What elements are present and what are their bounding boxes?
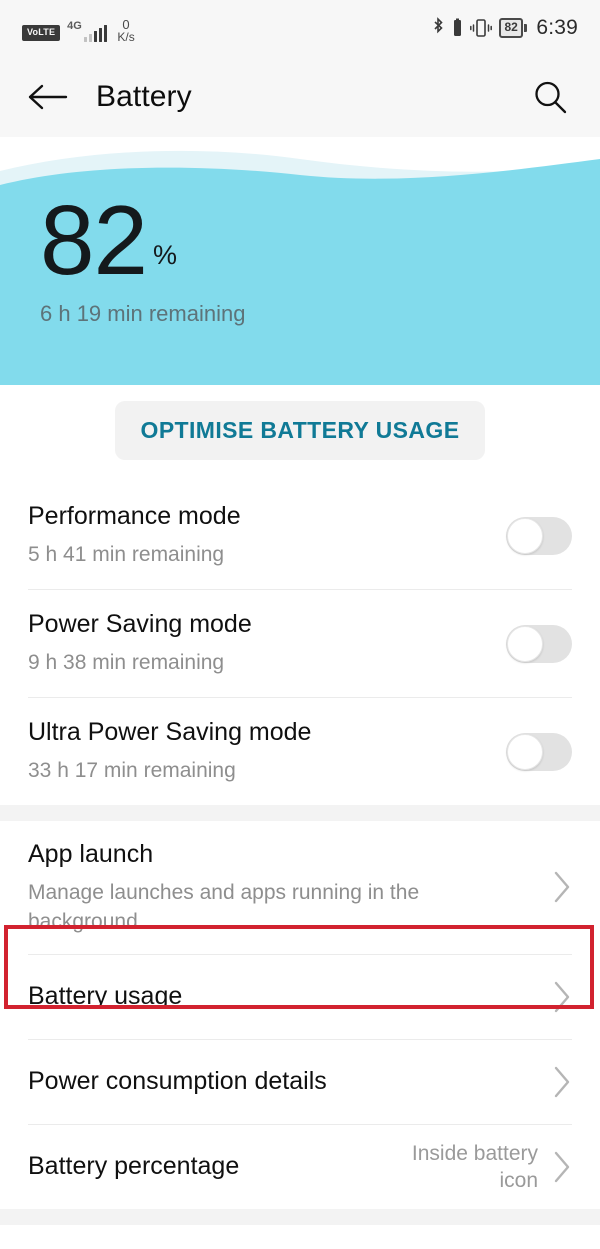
row-subtitle: 9 h 38 min remaining [28,651,225,675]
battery-level-label: 82 [499,18,523,38]
data-rate-value: 0 [122,16,130,32]
toggle-ultra-power-saving-mode[interactable] [506,732,572,771]
toggle-knob [507,517,543,554]
row-text-block: App launch Manage launches and apps runn… [28,821,538,954]
signal-bars-icon [83,25,108,42]
battery-percent-row: 82 % [40,185,245,295]
status-bar-left: VoLTE 4G 0 K/s [22,11,135,45]
section-separator [0,805,600,821]
hero-content: 82 % 6 h 19 min remaining [40,185,246,327]
chevron-right-icon [552,1065,572,1099]
chevron-right-icon [552,980,572,1014]
row-battery-usage[interactable]: Battery usage [0,955,600,1039]
status-bar: VoLTE 4G 0 K/s 82 6:39 [0,0,600,56]
row-power-consumption-details[interactable]: Power consumption details [0,1040,600,1124]
row-text-block: More battery settings [28,1233,538,1249]
row-text-block: Battery usage [28,963,538,1030]
percent-sign-label: % [153,240,178,271]
signal-strength-icon: 4G [67,20,108,42]
toggle-power-saving-mode[interactable] [506,624,572,663]
chevron-right-icon [552,1150,572,1184]
toggle-knob [507,733,543,770]
chevron-right-icon [552,870,572,904]
vibrate-icon [470,19,493,37]
row-subtitle: 5 h 41 min remaining [28,543,225,567]
app-bar: Battery [0,56,600,137]
bluetooth-icon [434,17,444,34]
row-subtitle: 33 h 17 min remaining [28,759,236,783]
row-title: Ultra Power Saving mode [28,718,312,747]
row-title: Performance mode [28,502,241,531]
row-title: App launch [28,840,154,868]
row-text-block: Battery percentage [28,1133,356,1200]
toggle-knob [507,625,543,662]
search-button[interactable] [526,73,574,121]
page-title: Battery [96,79,192,113]
battery-percent-value: 82 [40,185,148,295]
battery-settings-screen: VoLTE 4G 0 K/s 82 6:39 Battery 82 % 6 h … [0,0,600,1249]
row-text-block: Ultra Power Saving mode 33 h 17 min rema… [28,699,488,804]
row-battery-percentage[interactable]: Battery percentage Inside battery icon [0,1125,600,1209]
row-text-block: Power consumption details [28,1048,538,1115]
data-rate-unit: K/s [117,30,135,45]
back-button[interactable] [26,73,74,121]
network-type-label: 4G [67,20,82,32]
row-value: Inside battery icon [411,1141,538,1192]
battery-options-group: App launch Manage launches and apps runn… [0,821,600,1209]
toggle-performance-mode[interactable] [506,516,572,555]
row-title: Power consumption details [28,1067,327,1096]
row-subtitle: Manage launches and apps running in the … [28,881,420,933]
optimise-battery-usage-button[interactable]: OPTIMISE BATTERY USAGE [114,401,486,460]
status-bar-right: 82 6:39 [432,16,578,40]
row-text-block: Performance mode 5 h 41 min remaining [28,483,488,588]
search-icon [535,81,567,113]
more-settings-group: More battery settings [0,1224,600,1249]
section-separator [0,1208,600,1225]
time-remaining-label: 6 h 19 min remaining [40,301,246,327]
battery-hero-panel: 82 % 6 h 19 min remaining [0,137,600,385]
bluetooth-battery-icon [454,18,462,36]
volte-icon: VoLTE [22,25,61,41]
row-title: Battery percentage [28,1152,240,1181]
optimise-button-container: OPTIMISE BATTERY USAGE [0,385,600,482]
back-arrow-icon [28,84,68,109]
row-app-launch[interactable]: App launch Manage launches and apps runn… [0,821,600,954]
data-rate-indicator: 0 K/s [117,18,134,44]
row-power-saving-mode[interactable]: Power Saving mode 9 h 38 min remaining [0,590,600,697]
row-ultra-power-saving-mode[interactable]: Ultra Power Saving mode 33 h 17 min rema… [0,698,600,805]
clock-label: 6:39 [536,16,578,39]
battery-icon: 82 [499,18,528,38]
battery-cap [524,24,528,32]
row-text-block: Power Saving mode 9 h 38 min remaining [28,591,488,696]
battery-modes-group: Performance mode 5 h 41 min remaining Po… [0,482,600,805]
row-more-battery-settings[interactable]: More battery settings [0,1225,600,1249]
row-title: Battery usage [28,982,183,1011]
row-performance-mode[interactable]: Performance mode 5 h 41 min remaining [0,482,600,589]
row-title: Power Saving mode [28,610,252,639]
